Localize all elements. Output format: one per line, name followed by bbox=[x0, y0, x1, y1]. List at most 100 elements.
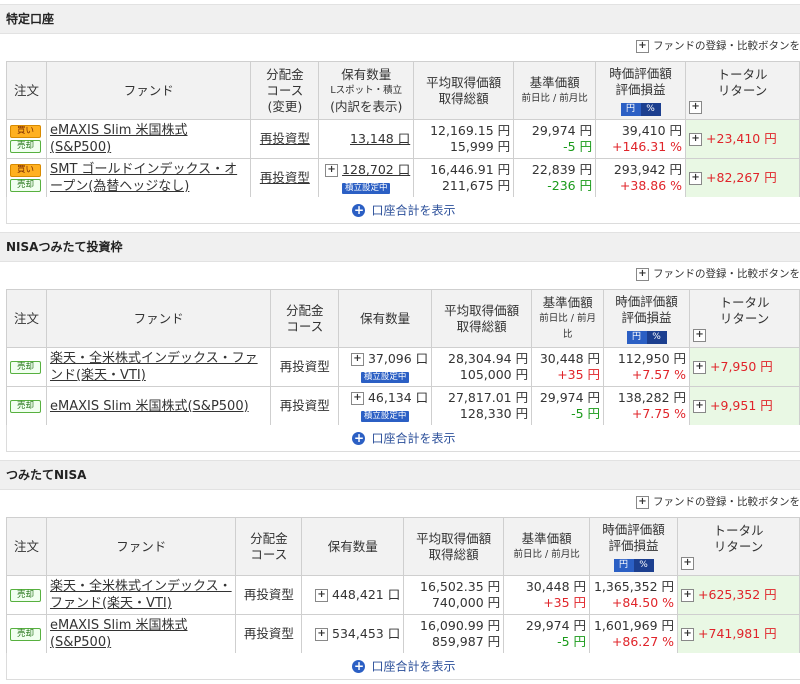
plus-icon[interactable]: + bbox=[693, 400, 707, 413]
plus-icon[interactable]: + bbox=[325, 164, 339, 177]
plus-icon[interactable]: + bbox=[350, 353, 364, 366]
price-compare-links[interactable]: 前日比 / 前月比 bbox=[507, 547, 586, 563]
buy-button[interactable]: 買い bbox=[10, 125, 41, 138]
show-total-bar[interactable]: + 口座合計を表示 bbox=[6, 197, 800, 224]
plus-icon[interactable]: + bbox=[681, 556, 695, 570]
price-compare-links[interactable]: 前日比 / 前月比 bbox=[535, 311, 600, 343]
yen-pct-toggle[interactable]: 円% bbox=[626, 327, 667, 344]
course-cell: 再投資型 bbox=[250, 119, 320, 159]
yen-pct-toggle[interactable]: 円% bbox=[620, 99, 661, 116]
buy-button[interactable]: 買い bbox=[10, 164, 41, 177]
toggle-pct[interactable]: % bbox=[646, 330, 667, 344]
col-holding-sub: Lスポット・積立 bbox=[330, 84, 403, 96]
price-cell: 30,448 円 +35 円 bbox=[503, 575, 591, 615]
plus-icon[interactable]: + bbox=[693, 328, 707, 342]
toolbar-label: ファンドの登録・比較ボタンを bbox=[653, 40, 800, 52]
fund-link[interactable]: eMAXIS Slim 米国株式(S&P500) bbox=[50, 123, 188, 155]
toggle-pct[interactable]: % bbox=[640, 102, 661, 116]
col-course-label: 分配金 コース bbox=[250, 530, 288, 562]
fund-link[interactable]: eMAXIS Slim 米国株式(S&P500) bbox=[50, 618, 188, 650]
yen-pct-toggle[interactable]: 円% bbox=[613, 555, 654, 572]
plus-circle-icon[interactable]: + bbox=[352, 660, 366, 673]
course-link[interactable]: 再投資型 bbox=[260, 131, 310, 146]
toggle-pct[interactable]: % bbox=[633, 558, 654, 572]
sell-button[interactable]: 売却 bbox=[10, 360, 41, 374]
plus-icon[interactable]: + bbox=[315, 628, 329, 641]
col-avg: 平均取得価額 取得総額 bbox=[413, 61, 515, 120]
toggle-yen[interactable]: 円 bbox=[620, 102, 641, 116]
plus-icon[interactable]: + bbox=[681, 589, 695, 602]
order-cell: 買い 売却 bbox=[6, 158, 47, 198]
avg-cell: 16,502.35 円 740,000 円 bbox=[403, 575, 505, 615]
price-change: +35 円 bbox=[557, 367, 601, 382]
plus-icon[interactable]: + bbox=[315, 589, 329, 602]
plus-icon[interactable]: + bbox=[636, 267, 649, 281]
price-cell: 22,839 円 -236 円 bbox=[513, 158, 597, 198]
holdings-table: 注文 ファンド 分配金 コース 保有数量 平均取得価額 取得総額 基準価額 前日… bbox=[6, 289, 800, 426]
section-nisa-tsumitate: NISAつみたて投資枠 + ファンドの登録・比較ボタンを 注文 ファンド 分配金 … bbox=[0, 232, 800, 456]
col-order: 注文 bbox=[6, 289, 47, 348]
avg-cell: 12,169.15 円 15,999 円 bbox=[413, 119, 515, 159]
fund-compare-toolbar[interactable]: + ファンドの登録・比較ボタンを bbox=[0, 34, 800, 58]
fund-compare-toolbar[interactable]: + ファンドの登録・比較ボタンを bbox=[0, 262, 800, 286]
fund-link[interactable]: 楽天・全米株式インデックス・ファンド(楽天・VTI) bbox=[50, 351, 258, 383]
market-value: 1,601,969 円 bbox=[593, 618, 675, 633]
sell-button[interactable]: 売却 bbox=[10, 627, 41, 641]
sell-button[interactable]: 売却 bbox=[10, 399, 41, 413]
fund-link[interactable]: SMT ゴールドインデックス・オープン(為替ヘッジなし) bbox=[50, 162, 237, 194]
fund-link[interactable]: 楽天・全米株式インデックス・ファンド(楽天・VTI) bbox=[50, 579, 232, 611]
fund-cell: eMAXIS Slim 米国株式(S&P500) bbox=[45, 119, 252, 159]
show-total-link[interactable]: 口座合計を表示 bbox=[371, 204, 455, 218]
plus-icon[interactable]: + bbox=[681, 628, 695, 641]
plus-circle-icon[interactable]: + bbox=[352, 204, 366, 217]
gain-pct: +7.57 % bbox=[631, 367, 687, 382]
qty-link[interactable]: 13,148 口 bbox=[350, 131, 410, 146]
sell-button[interactable]: 売却 bbox=[10, 588, 41, 602]
show-total-bar[interactable]: + 口座合計を表示 bbox=[6, 425, 800, 452]
plus-icon[interactable]: + bbox=[689, 133, 703, 146]
qty-link[interactable]: 128,702 口 bbox=[342, 162, 410, 177]
show-total-link[interactable]: 口座合計を表示 bbox=[371, 660, 455, 674]
total-return: +625,352 円 bbox=[698, 587, 777, 602]
toggle-yen[interactable]: 円 bbox=[613, 558, 634, 572]
price-change: -5 円 bbox=[571, 406, 601, 421]
total-return: +23,410 円 bbox=[706, 131, 777, 146]
show-total-link[interactable]: 口座合計を表示 bbox=[371, 432, 455, 446]
plus-icon[interactable]: + bbox=[350, 392, 364, 405]
fund-link[interactable]: eMAXIS Slim 米国株式(S&P500) bbox=[50, 399, 249, 414]
table-row: 売却 eMAXIS Slim 米国株式(S&P500) 再投資型 +534,45… bbox=[6, 614, 800, 654]
breakdown-link[interactable]: (内訳を表示) bbox=[322, 99, 410, 115]
plus-icon[interactable]: + bbox=[636, 39, 649, 53]
sell-button[interactable]: 売却 bbox=[10, 140, 41, 153]
col-price-label: 基準価額 bbox=[529, 74, 580, 90]
total-cell: + +82,267 円 bbox=[685, 158, 800, 198]
toolbar-label: ファンドの登録・比較ボタンを bbox=[653, 496, 800, 508]
nav-price: 30,448 円 bbox=[525, 579, 587, 594]
qty-cell: +534,453 口 bbox=[301, 614, 405, 654]
col-value-label: 時価評価額 評価損益 bbox=[602, 521, 665, 553]
col-total-label: トータル リターン bbox=[717, 66, 768, 98]
value-cell: 1,601,969 円 +86.27 % bbox=[589, 614, 679, 654]
fund-compare-toolbar[interactable]: + ファンドの登録・比較ボタンを bbox=[0, 490, 800, 514]
section-title: 特定口座 bbox=[0, 4, 800, 34]
avg-cell: 16,446.91 円 211,675 円 bbox=[413, 158, 515, 198]
plus-icon[interactable]: + bbox=[689, 172, 703, 185]
plus-icon[interactable]: + bbox=[636, 495, 649, 509]
col-total-label: トータル リターン bbox=[713, 522, 764, 554]
table-row: 売却 楽天・全米株式インデックス・ファンド(楽天・VTI) 再投資型 +448,… bbox=[6, 575, 800, 615]
col-total-label: トータル リターン bbox=[719, 294, 770, 326]
fund-cell: eMAXIS Slim 米国株式(S&P500) bbox=[45, 386, 272, 426]
sell-button[interactable]: 売却 bbox=[10, 179, 41, 192]
price-cell: 29,974 円 -5 円 bbox=[531, 386, 605, 426]
col-price-label: 基準価額 bbox=[542, 294, 593, 310]
avg-price: 16,090.99 円 bbox=[420, 618, 501, 633]
plus-icon[interactable]: + bbox=[689, 100, 703, 114]
plus-circle-icon[interactable]: + bbox=[352, 432, 366, 445]
avg-price: 16,446.91 円 bbox=[430, 162, 511, 177]
toggle-yen[interactable]: 円 bbox=[626, 330, 647, 344]
show-total-bar[interactable]: + 口座合計を表示 bbox=[6, 653, 800, 680]
course-link[interactable]: 再投資型 bbox=[260, 170, 310, 185]
price-compare-links[interactable]: 前日比 / 前月比 bbox=[517, 91, 592, 107]
plus-icon[interactable]: + bbox=[693, 361, 707, 374]
total-cost: 740,000 円 bbox=[431, 595, 501, 610]
